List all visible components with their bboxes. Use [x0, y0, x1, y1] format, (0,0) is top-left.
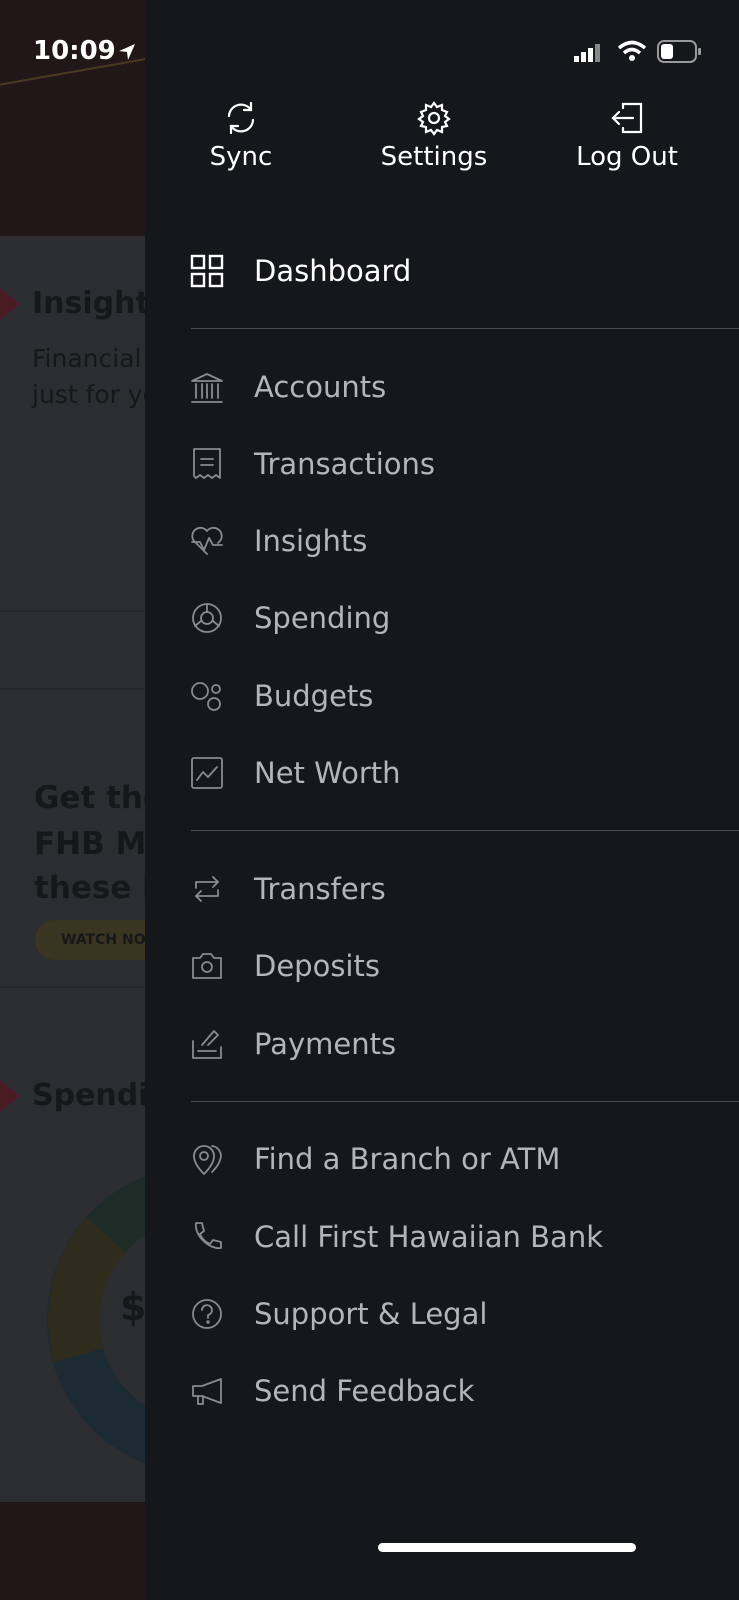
menu-item-budgets[interactable]: Budgets [145, 661, 739, 731]
menu-item-label: Find a Branch or ATM [254, 1142, 561, 1176]
location-arrow-icon [119, 44, 135, 60]
pie-chart-icon [192, 603, 222, 633]
promo-line-3: these h [34, 870, 145, 906]
navigation-drawer: Sync Settings Log Out Dashboard Accounts T… [145, 0, 739, 1600]
home-indicator[interactable] [378, 1543, 636, 1552]
menu-item-find-a-branch-or-atm[interactable]: Find a Branch or ATM [145, 1124, 739, 1194]
menu-item-label: Send Feedback [254, 1374, 475, 1408]
menu-item-label: Call First Hawaiian Bank [254, 1220, 603, 1254]
bubbles-icon [191, 682, 221, 711]
logout-label: Log Out [576, 142, 678, 172]
insights-subtitle-2: just for yo [32, 380, 145, 409]
menu-item-spending[interactable]: Spending [145, 583, 739, 653]
megaphone-icon [192, 1378, 222, 1405]
menu-item-label: Support & Legal [254, 1297, 488, 1331]
menu-item-call-first-hawaiian-bank[interactable]: Call First Hawaiian Bank [145, 1202, 739, 1272]
menu-item-transfers[interactable]: Transfers [145, 854, 739, 924]
menu-item-support-legal[interactable]: Support & Legal [145, 1279, 739, 1349]
menu-item-label: Dashboard [254, 254, 412, 288]
menu-item-label: Accounts [254, 370, 387, 404]
logout-button[interactable]: Log Out [547, 100, 707, 172]
section-marker [0, 1080, 20, 1112]
menu-item-label: Insights [254, 524, 368, 558]
tab-bar [0, 1502, 145, 1600]
wifi-icon [617, 40, 647, 61]
gear-icon [417, 101, 451, 136]
transfer-icon [195, 876, 219, 902]
sync-icon [227, 101, 255, 135]
settings-button[interactable]: Settings [354, 100, 514, 172]
settings-label: Settings [380, 142, 488, 172]
menu-item-label: Spending [254, 601, 391, 635]
promo-line-1: Get the [34, 780, 145, 816]
logout-icon [611, 102, 643, 134]
watch-now-button[interactable]: WATCH NO [35, 920, 145, 960]
menu-item-payments[interactable]: Payments [145, 1009, 739, 1079]
sync-button[interactable]: Sync [161, 100, 321, 172]
section-marker [0, 288, 20, 320]
phone-icon [195, 1222, 222, 1249]
spending-title: Spendin [32, 1078, 145, 1113]
insights-subtitle: Financial [32, 344, 142, 373]
menu-item-label: Transactions [254, 447, 436, 481]
receipt-icon [193, 448, 221, 479]
battery-icon [657, 40, 701, 63]
camera-icon [192, 953, 222, 979]
heart-pulse-icon [191, 526, 223, 555]
menu-item-deposits[interactable]: Deposits [145, 931, 739, 1001]
menu-item-transactions[interactable]: Transactions [145, 429, 739, 499]
insights-title: Insights [32, 286, 145, 321]
menu-item-label: Transfers [254, 872, 386, 906]
signal-icon [574, 44, 600, 62]
line-chart-icon [191, 757, 223, 789]
sync-label: Sync [209, 142, 273, 172]
menu-item-send-feedback[interactable]: Send Feedback [145, 1356, 739, 1426]
help-icon [192, 1299, 222, 1329]
menu-divider [191, 328, 739, 329]
menu-item-dashboard[interactable]: Dashboard [145, 236, 739, 306]
menu-item-insights[interactable]: Insights [145, 506, 739, 576]
menu-divider [191, 830, 739, 831]
status-time: 10:09 [33, 36, 116, 66]
menu-item-label: Net Worth [254, 756, 401, 790]
promo-line-2: FHB Mo [34, 826, 145, 862]
location-icon [193, 1145, 222, 1175]
menu-item-net-worth[interactable]: Net Worth [145, 738, 739, 808]
menu-divider [191, 1101, 739, 1102]
bank-icon [191, 373, 223, 403]
grid-icon [190, 254, 224, 288]
menu-item-label: Deposits [254, 949, 380, 983]
menu-item-label: Payments [254, 1027, 397, 1061]
spending-amount: $ [120, 1285, 145, 1329]
menu-item-accounts[interactable]: Accounts [145, 352, 739, 422]
dimmed-dashboard-background[interactable]: Insights Financial just for yo Get the F… [0, 0, 145, 1600]
payment-icon [192, 1030, 222, 1059]
menu-item-label: Budgets [254, 679, 374, 713]
